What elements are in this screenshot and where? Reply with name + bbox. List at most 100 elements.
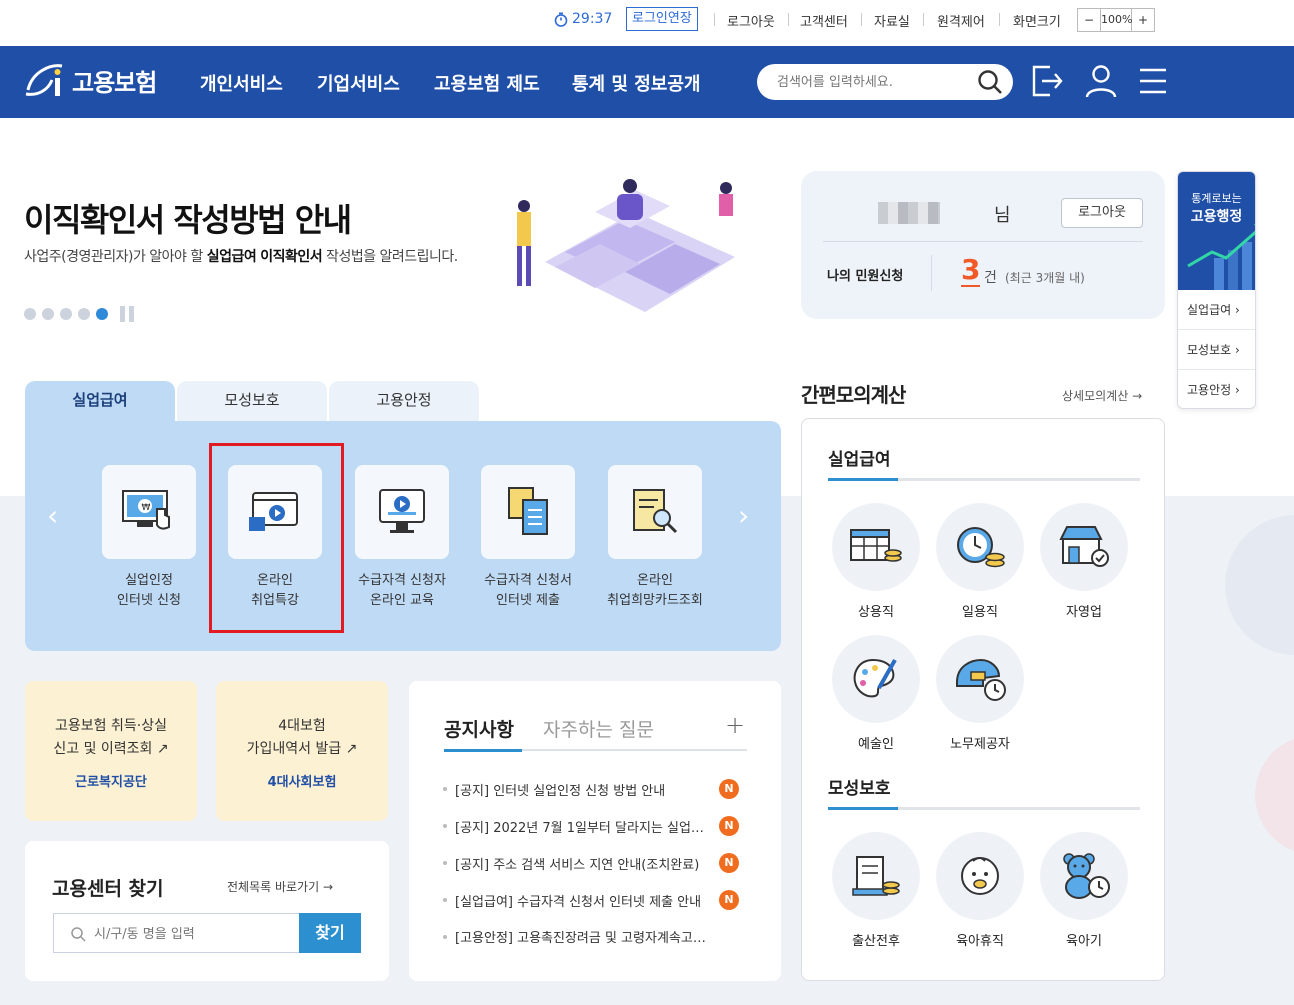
logout-icon[interactable] xyxy=(1030,63,1064,99)
search-input[interactable] xyxy=(777,72,967,92)
calc-item-childcare[interactable]: 육아기 xyxy=(1040,832,1128,949)
service-online-claim[interactable]: ₩ 실업인정 인터넷 신청 xyxy=(86,465,212,611)
org-logo-4insure: 4대사회보험 xyxy=(267,775,337,790)
side-item-unemployment[interactable]: 실업급여 › xyxy=(1178,290,1255,330)
applications-count[interactable]: 3 xyxy=(961,255,981,287)
teddy-clock-icon xyxy=(1063,853,1110,899)
tab-unemployment[interactable]: 실업급여 xyxy=(25,381,175,421)
zoom-in-button[interactable]: + xyxy=(1132,9,1154,31)
slide-dot[interactable] xyxy=(78,308,90,320)
user-suffix: 님 xyxy=(994,205,1011,226)
nav-statistics[interactable]: 통계 및 정보공개 xyxy=(572,70,700,96)
calc-item-labor-provider[interactable]: 노무제공자 xyxy=(936,635,1024,752)
side-item-stability[interactable]: 고용안정 › xyxy=(1178,370,1255,408)
clock-coins-icon xyxy=(957,527,1005,568)
library-link[interactable]: 자료실 xyxy=(874,11,910,30)
decorative-shapes xyxy=(1225,515,1294,852)
calc-item-parental-leave[interactable]: 육아휴직 xyxy=(936,832,1024,949)
user-icon[interactable] xyxy=(1084,63,1118,99)
store-icon xyxy=(1059,526,1109,567)
calc-item-daily[interactable]: 일용직 xyxy=(936,503,1024,620)
logo-text: 고용보험 xyxy=(72,68,157,97)
service-panel: ‹ › ₩ 실업인정 인터넷 신청 온라인 취업특강 수급자격 신청자 온라인 … xyxy=(25,421,781,651)
new-badge: N xyxy=(719,816,739,836)
external-link-icon: ↗ xyxy=(345,741,358,757)
chevron-right-icon[interactable]: › xyxy=(738,499,749,532)
notice-board: 공지사항 자주하는 질문 + [공지] 인터넷 실업인정 신청 방법 안내 N [… xyxy=(409,681,781,981)
divider xyxy=(788,13,789,26)
customer-center-link[interactable]: 고객센터 xyxy=(800,11,848,30)
session-timer: 29:37 xyxy=(554,11,612,27)
notice-item[interactable]: [공지] 2022년 7월 1일부터 달라지는 실업급여 N xyxy=(443,816,753,836)
notice-item[interactable]: [고용안정] 고용촉진장려금 및 고령자계속고용장려금 xyxy=(443,927,753,946)
new-badge: N xyxy=(719,890,739,910)
svg-text:₩: ₩ xyxy=(142,503,151,513)
new-badge: N xyxy=(719,853,739,873)
org-logo-kcomwel: 근로복지공단 xyxy=(75,775,147,790)
tab-faq[interactable]: 자주하는 질문 xyxy=(543,715,654,742)
calendar-coins-icon xyxy=(850,529,902,562)
side-item-maternity[interactable]: 모성보호 › xyxy=(1178,330,1255,370)
finder-input-box xyxy=(53,913,299,953)
divider xyxy=(714,13,715,26)
divider xyxy=(923,13,924,26)
search-icon[interactable] xyxy=(977,69,1003,95)
count-unit: 건 xyxy=(984,270,997,286)
document-search-icon xyxy=(633,489,678,534)
slide-dot[interactable] xyxy=(24,308,36,320)
finder-all-list-link[interactable]: 전체목록 바로가기 → xyxy=(227,878,333,895)
count-period: (최근 3개월 내) xyxy=(1005,271,1085,285)
notice-item[interactable]: [실업급여] 수급자격 신청서 인터넷 제출 안내 N xyxy=(443,890,753,910)
logout-link[interactable]: 로그아웃 xyxy=(727,11,775,30)
nav-system[interactable]: 고용보험 제도 xyxy=(434,70,540,96)
pause-icon[interactable] xyxy=(120,306,134,322)
arrow-right-icon: → xyxy=(1132,389,1143,403)
nav-business[interactable]: 기업서비스 xyxy=(317,70,400,96)
slide-dot[interactable] xyxy=(60,308,72,320)
calc-item-label: 노무제공자 xyxy=(950,737,1010,752)
palette-icon xyxy=(853,658,897,698)
notice-item[interactable]: [공지] 인터넷 실업인정 신청 방법 안내 N xyxy=(443,779,753,799)
site-logo[interactable]: 고용보험 xyxy=(24,60,157,100)
monitor-payment-icon: ₩ xyxy=(122,490,170,530)
calc-item-self-employed[interactable]: 자영업 xyxy=(1040,503,1128,620)
notice-item[interactable]: [공지] 주소 검색 서비스 지연 안내(조치완료) N xyxy=(443,853,753,873)
chevron-left-icon[interactable]: ‹ xyxy=(47,499,58,532)
calc-item-label: 출산전후 xyxy=(852,934,900,949)
calc-item-regular[interactable]: 상용직 xyxy=(832,503,920,620)
tab-maternity[interactable]: 모성보호 xyxy=(177,381,327,421)
calc-section-maternity: 모성보호 xyxy=(828,779,891,799)
tab-stability[interactable]: 고용안정 xyxy=(329,381,479,421)
stats-banner[interactable]: 통계로보는 고용행정 xyxy=(1178,172,1255,290)
menu-icon[interactable] xyxy=(1138,63,1168,99)
zoom-out-button[interactable]: − xyxy=(1078,9,1100,31)
link-card-4insurance[interactable]: 4대보험 가입내역서 발급 ↗ 4대사회보험 xyxy=(216,681,388,821)
calc-item-artist[interactable]: 예술인 xyxy=(832,635,920,752)
service-online-submit[interactable]: 수급자격 신청서 인터넷 제출 xyxy=(465,465,591,611)
divider xyxy=(931,255,932,291)
zoom-value: 100% xyxy=(1100,9,1132,31)
calc-item-label: 상용직 xyxy=(858,605,894,620)
tab-underline xyxy=(444,749,747,752)
tab-notice[interactable]: 공지사항 xyxy=(444,715,514,742)
service-online-education[interactable]: 수급자격 신청자 온라인 교육 xyxy=(339,465,465,611)
slide-dot-active[interactable] xyxy=(96,308,108,320)
slide-dot[interactable] xyxy=(42,308,54,320)
stopwatch-icon xyxy=(554,12,568,27)
search-icon xyxy=(71,927,86,942)
calc-item-label: 일용직 xyxy=(962,605,998,620)
detailed-calc-link[interactable]: 상세모의계산 → xyxy=(1062,387,1142,404)
region-search-input[interactable] xyxy=(94,924,284,944)
link-card-insurance-history[interactable]: 고용보험 취득·상실 신고 및 이력조회 ↗ 근로복지공단 xyxy=(25,681,197,821)
finder-search-button[interactable]: 찾기 xyxy=(299,913,361,953)
service-job-card[interactable]: 온라인 취업희망카드조회 xyxy=(592,465,718,611)
login-extend-button[interactable]: 로그인연장 xyxy=(626,7,698,31)
section-underline xyxy=(828,478,1140,481)
card-logout-button[interactable]: 로그아웃 xyxy=(1061,198,1143,228)
arrow-right-icon: → xyxy=(322,880,334,894)
nav-personal[interactable]: 개인서비스 xyxy=(200,70,283,96)
more-plus-icon[interactable]: + xyxy=(725,711,745,739)
calc-item-maternity-leave[interactable]: 출산전후 xyxy=(832,832,920,949)
remote-control-link[interactable]: 원격제어 xyxy=(937,11,985,30)
stats-banner-line1: 통계로보는 xyxy=(1191,192,1242,205)
